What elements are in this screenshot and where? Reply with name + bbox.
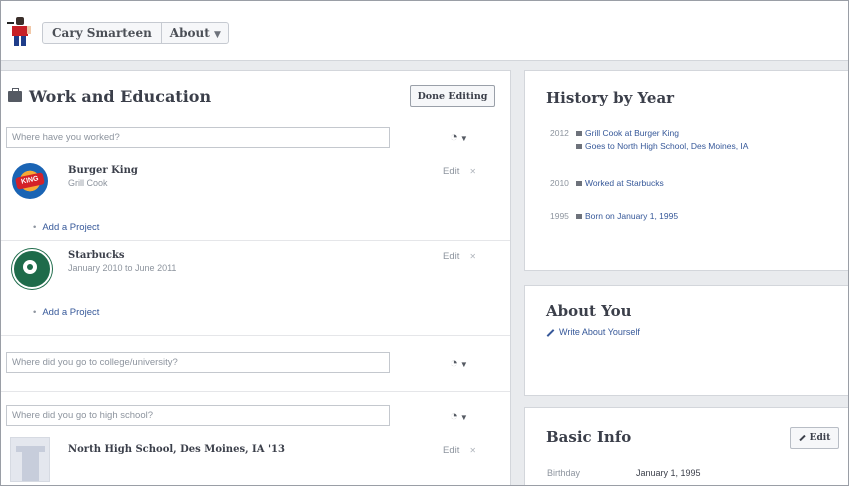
add-project-link[interactable]: • Add a Project [33, 307, 99, 318]
school-image [10, 437, 50, 482]
history-row: 2012 Grill Cook at Burger King [550, 128, 680, 138]
basic-info-title: Basic Info [546, 428, 632, 446]
write-about-link[interactable]: Write About Yourself [546, 327, 640, 337]
job-employer[interactable]: Starbucks [68, 250, 125, 261]
profile-about-nav[interactable]: Cary Smarteen About ▼ [42, 22, 229, 44]
briefcase-icon [576, 181, 582, 187]
calendar-icon [576, 214, 582, 220]
history-row: 1995 Born on January 1, 1995 [550, 211, 679, 221]
profile-name-link[interactable]: Cary Smarteen [43, 23, 162, 43]
workplace-input[interactable]: Where have you worked? [6, 127, 390, 148]
basic-info-edit-button[interactable]: Edit [790, 427, 839, 449]
birthday-value: January 1, 1995 [636, 468, 701, 478]
briefcase-icon [576, 131, 582, 137]
starbucks-logo [12, 249, 52, 289]
college-input[interactable]: Where did you go to college/university? [6, 352, 390, 373]
edit-school-link[interactable]: Edit ✕ [443, 445, 476, 456]
globe-icon[interactable]: ◔ ▼ [450, 408, 468, 423]
about-dropdown[interactable]: About ▼ [162, 26, 227, 40]
pencil-icon [546, 328, 555, 337]
edit-job-link[interactable]: Edit ✕ [443, 251, 476, 262]
birthday-label: Birthday [547, 468, 581, 478]
remove-icon[interactable]: ✕ [469, 167, 476, 176]
divider [0, 391, 510, 392]
chevron-down-icon: ▼ [213, 30, 221, 40]
job-employer[interactable]: Burger King [68, 165, 138, 176]
done-editing-button[interactable]: Done Editing [410, 85, 495, 107]
globe-icon[interactable]: ◔ ▼ [450, 355, 468, 370]
remove-icon[interactable]: ✕ [469, 446, 476, 455]
top-bar: Cary Smarteen About ▼ [0, 0, 849, 61]
divider [0, 240, 510, 241]
history-row: 2010 Worked at Starbucks [550, 178, 664, 188]
work-education-panel: Work and Education Done Editing Where ha… [0, 70, 511, 486]
history-title: History by Year [546, 89, 675, 107]
about-you-card: About You Write About Yourself [524, 285, 849, 396]
history-row: Goes to North High School, Des Moines, I… [550, 141, 748, 151]
edit-job-link[interactable]: Edit ✕ [443, 166, 476, 177]
high-school-input[interactable]: Where did you go to high school? [6, 405, 390, 426]
job-detail: January 2010 to June 2011 [68, 263, 177, 273]
job-detail: Grill Cook [68, 178, 108, 188]
divider [0, 335, 510, 336]
burger-king-logo: KING [12, 163, 48, 199]
work-education-title: Work and Education [8, 87, 211, 106]
history-by-year-card: History by Year 2012 Grill Cook at Burger… [524, 70, 849, 271]
basic-info-card: Basic Info Edit Birthday January 1, 1995 [524, 407, 849, 486]
globe-icon[interactable]: ◔ ▼ [450, 129, 468, 144]
profile-avatar-icon[interactable] [7, 17, 33, 47]
pencil-icon [798, 434, 806, 442]
add-project-link[interactable]: • Add a Project [33, 222, 99, 233]
about-title: About You [546, 302, 632, 320]
school-name[interactable]: North High School, Des Moines, IA '13 [68, 444, 285, 455]
school-icon [576, 144, 582, 150]
remove-icon[interactable]: ✕ [469, 252, 476, 261]
briefcase-icon [8, 88, 22, 102]
